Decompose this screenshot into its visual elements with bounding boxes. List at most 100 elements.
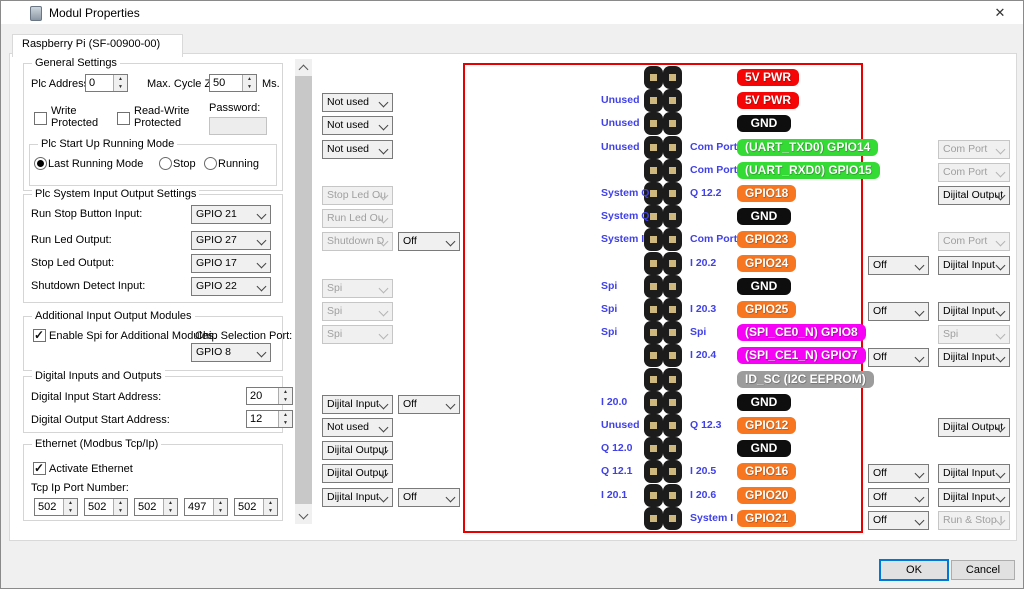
tcp-port-label: Tcp Ip Port Number: xyxy=(31,482,129,494)
activate-ethernet-checkbox[interactable] xyxy=(33,462,46,475)
right-off-combo-row11[interactable]: Off xyxy=(868,302,929,321)
right-off-combo-row20[interactable]: Off xyxy=(868,511,929,530)
mid-combo-row2[interactable]: Not used xyxy=(322,93,393,112)
mid-combo-row15[interactable]: Dijital Input xyxy=(322,395,393,414)
pin-header-block xyxy=(663,507,682,530)
plc-address-spinner[interactable]: 0▲▼ xyxy=(85,74,128,92)
startup-radio-label: Running xyxy=(218,158,259,170)
digital-io-spinner-1[interactable]: 12▲▼ xyxy=(246,410,293,428)
plc-io-combo-0[interactable]: GPIO 21 xyxy=(191,205,271,224)
enable-spi-checkbox[interactable] xyxy=(33,329,46,342)
right-combo-row20: Run & Stop I xyxy=(938,511,1010,530)
right-off-combo-row18[interactable]: Off xyxy=(868,464,929,483)
plc-address-spinner-arrows[interactable]: ▲▼ xyxy=(113,75,127,91)
pin-header-block xyxy=(644,112,663,135)
pin-header-block xyxy=(644,66,663,89)
app-icon xyxy=(30,6,42,21)
right-combo-row11[interactable]: Dijital Input xyxy=(938,302,1010,321)
pin-contact-icon xyxy=(669,306,676,313)
scroll-up-icon[interactable] xyxy=(295,59,312,76)
startup-radio-running[interactable] xyxy=(204,157,217,170)
mid-off-combo-row8[interactable]: Off xyxy=(398,232,460,251)
pin-status-right: Spi xyxy=(690,326,706,338)
tcp-port-spinner-2-value: 502 xyxy=(138,501,156,513)
ethernet-title: Ethernet (Modbus Tcp/Ip) xyxy=(32,438,161,450)
mid-off-combo-row15[interactable]: Off xyxy=(398,395,460,414)
tcp-port-spinner-0[interactable]: 502▲▼ xyxy=(34,498,78,516)
digital-io-spinner-0-arrows[interactable]: ▲▼ xyxy=(278,388,292,404)
chevron-down-icon xyxy=(257,236,267,246)
tcp-port-spinner-2[interactable]: 502 ▲▼ xyxy=(134,498,178,516)
startup-radio-stop[interactable] xyxy=(159,157,172,170)
mid-combo-row8: Shutdown D xyxy=(322,232,393,251)
password-input[interactable] xyxy=(209,117,267,135)
pin-label-gnd: GND xyxy=(737,440,791,457)
close-icon[interactable]: ✕ xyxy=(987,4,1013,22)
tcp-port-spinner-3-arrows[interactable]: ▲▼ xyxy=(213,499,227,515)
mid-combo-row17[interactable]: Dijital Output xyxy=(322,441,393,460)
read-write-protected-checkbox[interactable] xyxy=(117,112,130,125)
pin-header-block xyxy=(644,507,663,530)
scrollbar-thumb[interactable] xyxy=(295,76,312,504)
mid-combo-row16[interactable]: Not used xyxy=(322,418,393,437)
right-off-combo-row19[interactable]: Off xyxy=(868,488,929,507)
tcp-port-spinner-3[interactable]: 497▲▼ xyxy=(184,498,228,516)
digital-io-spinner-1-arrows[interactable]: ▲▼ xyxy=(278,411,292,427)
pin-header-block xyxy=(644,321,663,344)
mid-off-combo-row19[interactable]: Off xyxy=(398,488,460,507)
tcp-port-spinner-4[interactable]: 502▲▼ xyxy=(234,498,278,516)
cancel-button[interactable]: Cancel xyxy=(951,560,1015,580)
mid-combo-row3[interactable]: Not used xyxy=(322,116,393,135)
right-off-combo-row9[interactable]: Off xyxy=(868,256,929,275)
right-combo-row6[interactable]: Dijital Output xyxy=(938,186,1010,205)
ok-button[interactable]: OK xyxy=(879,559,949,581)
scroll-down-icon[interactable] xyxy=(295,507,312,524)
chevron-down-icon xyxy=(915,515,925,525)
tcp-port-spinner-1-arrows[interactable]: ▲▼ xyxy=(113,499,127,515)
right-off-combo-row13[interactable]: Off xyxy=(868,348,929,367)
chip-selection-combo[interactable]: GPIO 8 xyxy=(191,343,271,362)
pin-status-right: Q 12.2 xyxy=(690,187,722,199)
max-cycle-spinner-value: 50 xyxy=(213,77,225,89)
pin-header-block xyxy=(663,391,682,414)
right-combo-row16[interactable]: Dijital Output xyxy=(938,418,1010,437)
plc-io-combo-2[interactable]: GPIO 17 xyxy=(191,254,271,273)
tcp-port-spinner-1[interactable]: 502▲▼ xyxy=(84,498,128,516)
tab-raspberry-pi[interactable]: Raspberry Pi (SF-00900-00) xyxy=(12,34,183,57)
right-combo-row18[interactable]: Dijital Input xyxy=(938,464,1010,483)
pin-status-left: System I xyxy=(601,233,644,245)
right-combo-row9[interactable]: Dijital Input xyxy=(938,256,1010,275)
pin-status-left: Unused xyxy=(601,141,640,153)
startup-radio-last-running-mode[interactable] xyxy=(34,157,47,170)
digital-io-spinner-0[interactable]: 20▲▼ xyxy=(246,387,293,405)
chevron-down-icon xyxy=(915,469,925,479)
pin-header-block xyxy=(644,460,663,483)
write-protected-checkbox[interactable] xyxy=(34,112,47,125)
pin-status-left: Unused xyxy=(601,117,640,129)
chevron-down-icon xyxy=(996,237,1006,247)
pin-contact-icon xyxy=(669,468,676,475)
plc-io-combo-3[interactable]: GPIO 22 xyxy=(191,277,271,296)
chevron-down-icon xyxy=(379,492,389,502)
tcp-port-spinner-4-arrows[interactable]: ▲▼ xyxy=(263,499,277,515)
pin-status-left: Spi xyxy=(601,326,617,338)
pin-label-gpio14: (UART_TXD0) GPIO14 xyxy=(737,139,878,156)
mid-combo-row18[interactable]: Dijital Output xyxy=(322,464,393,483)
pin-contact-icon xyxy=(650,97,657,104)
right-combo-row13[interactable]: Dijital Input xyxy=(938,348,1010,367)
digital-io-title: Digital Inputs and Outputs xyxy=(32,370,165,382)
left-panel-scrollbar[interactable] xyxy=(295,59,312,524)
max-cycle-spinner-arrows[interactable]: ▲▼ xyxy=(242,75,256,91)
chevron-down-icon xyxy=(379,191,389,201)
max-cycle-spinner[interactable]: 50 ▲▼ xyxy=(209,74,257,92)
tcp-port-spinner-0-arrows[interactable]: ▲▼ xyxy=(63,499,77,515)
plc-io-combo-1[interactable]: GPIO 27 xyxy=(191,231,271,250)
tcp-port-spinner-2-arrows[interactable]: ▲▼ xyxy=(163,499,177,515)
mid-combo-row4[interactable]: Not used xyxy=(322,140,393,159)
pin-header-block xyxy=(663,159,682,182)
chevron-down-icon xyxy=(996,144,1006,154)
mid-combo-row19[interactable]: Dijital Input xyxy=(322,488,393,507)
chevron-down-icon xyxy=(257,210,267,220)
right-combo-row19[interactable]: Dijital Input xyxy=(938,488,1010,507)
mid-combo-row11: Spi xyxy=(322,302,393,321)
